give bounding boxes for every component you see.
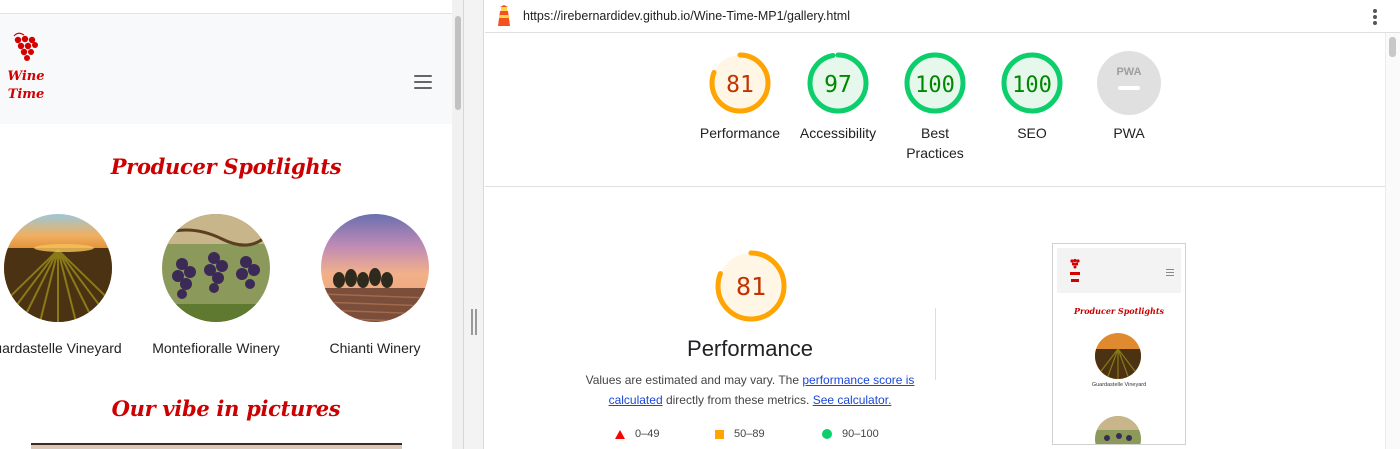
spotlights-heading: Producer Spotlights bbox=[110, 154, 342, 179]
gauge-pwa[interactable]: PWA PWA bbox=[1074, 51, 1184, 143]
tuscan-landscape-image[interactable] bbox=[321, 214, 429, 322]
gauge-score: 81 bbox=[726, 72, 754, 98]
legend-range: 50–89 bbox=[734, 428, 765, 440]
gauge-label: Accessibility bbox=[799, 125, 877, 141]
gauge-label: SEO bbox=[1017, 125, 1047, 141]
gauge-ring: 81 bbox=[709, 52, 771, 114]
report-scrollbar-thumb[interactable] bbox=[1389, 37, 1396, 57]
thumb-grapes-image bbox=[1095, 416, 1141, 444]
performance-description: Values are estimated and may vary. The p… bbox=[580, 370, 920, 410]
gauge-label-line: Best bbox=[920, 125, 949, 141]
producer-card[interactable]: Montefioralle Winery bbox=[126, 214, 306, 356]
logo-text-wine: Wine bbox=[8, 69, 44, 84]
legend-item-fail: 0–49 bbox=[615, 428, 659, 440]
gauge-ring: 100 bbox=[1001, 52, 1063, 114]
legend-range: 90–100 bbox=[842, 428, 879, 440]
grape-clusters-image[interactable] bbox=[162, 214, 270, 322]
site-navbar: Wine Time bbox=[0, 14, 452, 124]
desc-text: directly from these metrics. bbox=[665, 393, 810, 407]
score-gauges-row: 81 Performance 97 Accessibility 100 Best… bbox=[485, 33, 1385, 187]
thumb-hamburger-icon bbox=[1166, 269, 1174, 276]
pwa-badge-icon: PWA bbox=[1097, 51, 1161, 115]
red-triangle-icon bbox=[615, 429, 625, 439]
legend-item-pass: 90–100 bbox=[822, 428, 879, 440]
preview-top-edge bbox=[0, 0, 452, 14]
score-legend: 0–49 50–89 90–100 bbox=[615, 428, 915, 444]
legend-range: 0–49 bbox=[635, 428, 660, 440]
lighthouse-report-pane: https://irebernardidev.github.io/Wine-Ti… bbox=[485, 0, 1400, 449]
performance-title: Performance bbox=[687, 336, 813, 361]
performance-big-gauge: 81 bbox=[715, 250, 787, 322]
gauge-performance[interactable]: 81 Performance bbox=[685, 51, 795, 143]
pwa-badge-text: PWA bbox=[1116, 66, 1141, 78]
gauge-accessibility[interactable]: 97 Accessibility bbox=[783, 51, 893, 143]
vibe-photo-top-edge bbox=[31, 443, 402, 449]
gauge-label: Best Practices bbox=[880, 123, 990, 163]
calculator-link[interactable]: See calculator. bbox=[813, 393, 892, 407]
vineyard-sunset-image[interactable] bbox=[4, 214, 112, 322]
gauge-seo[interactable]: 100 SEO bbox=[977, 51, 1087, 143]
resize-handle[interactable] bbox=[471, 309, 477, 335]
thumb-vineyard-image bbox=[1095, 333, 1141, 379]
gauge-score: 100 bbox=[915, 73, 955, 98]
logo-text-time: Time bbox=[8, 87, 44, 102]
performance-score: 81 bbox=[736, 272, 766, 301]
producer-card[interactable]: Chianti Winery bbox=[285, 214, 463, 356]
more-vertical-icon[interactable] bbox=[1372, 8, 1378, 26]
gauge-label-line: Practices bbox=[906, 145, 964, 161]
gauge-ring: 97 bbox=[807, 52, 869, 114]
thumb-heading: Producer Spotlights bbox=[1073, 306, 1165, 316]
gauge-score: 97 bbox=[824, 72, 852, 98]
mobile-preview-pane: Wine Time Producer Spotlights uardastell… bbox=[0, 0, 464, 449]
orange-square-icon bbox=[715, 429, 724, 439]
gauge-best-practices[interactable]: 100 Best Practices bbox=[880, 51, 990, 163]
page-url-link[interactable]: https://irebernardidev.github.io/Wine-Ti… bbox=[523, 9, 850, 23]
legend-item-average: 50–89 bbox=[715, 428, 765, 440]
section-divider bbox=[935, 308, 936, 380]
thumb-logo-icon bbox=[1070, 258, 1080, 282]
thumb-navbar bbox=[1057, 248, 1181, 293]
desc-text: Values are estimated and may vary. The bbox=[585, 373, 800, 387]
performance-section: 81 Performance Values are estimated and … bbox=[485, 188, 1385, 449]
gauge-label: Performance bbox=[699, 125, 781, 141]
lighthouse-icon bbox=[498, 5, 510, 26]
vibe-heading: Our vibe in pictures bbox=[111, 396, 341, 421]
preview-scrollbar-thumb[interactable] bbox=[455, 16, 461, 110]
page-screenshot-thumbnail[interactable]: Producer Spotlights Guardastelle Vineyar… bbox=[1052, 243, 1186, 445]
hamburger-icon[interactable] bbox=[414, 74, 434, 90]
producer-name: Chianti Winery bbox=[329, 340, 421, 356]
gauge-score: 100 bbox=[1012, 73, 1052, 98]
report-url-bar: https://irebernardidev.github.io/Wine-Ti… bbox=[485, 0, 1400, 33]
gauge-label: PWA bbox=[1113, 125, 1145, 141]
thumb-caption: Guardastelle Vineyard bbox=[1091, 382, 1147, 388]
report-scrollbar-track[interactable] bbox=[1385, 33, 1400, 449]
wine-time-logo[interactable]: Wine Time bbox=[8, 32, 44, 110]
producer-name: Montefioralle Winery bbox=[152, 340, 280, 356]
green-circle-icon bbox=[822, 429, 832, 440]
pane-divider bbox=[464, 0, 484, 449]
gauge-ring: 100 bbox=[904, 52, 966, 114]
